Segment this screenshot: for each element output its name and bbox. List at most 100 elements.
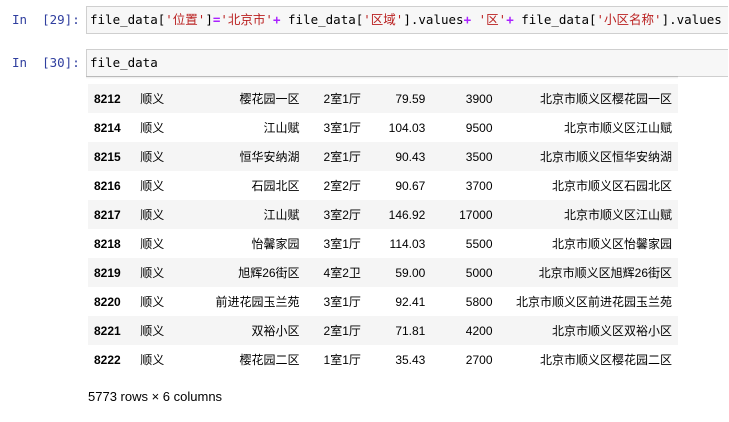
table-row: 8212 顺义 樱花园一区 2室1厅 79.59 3900 北京市顺义区樱花园一区 xyxy=(88,84,678,113)
dataframe-shape: 5773 rows × 6 columns xyxy=(88,389,223,404)
row-index: 8222 xyxy=(94,352,121,367)
cell-district: 顺义 xyxy=(140,208,165,222)
cell-price: 9500 xyxy=(465,120,493,135)
cell-area: 92.41 xyxy=(395,294,426,309)
row-index: 8215 xyxy=(94,149,121,164)
cell-price: 2700 xyxy=(465,352,493,367)
code-token: ].values xyxy=(661,12,722,27)
cell-community-name: 怡馨家园 xyxy=(251,237,300,251)
table-row: 8217 顺义 江山赋 3室2厅 146.92 17000 北京市顺义区江山赋 xyxy=(88,200,678,229)
cell-price: 5800 xyxy=(465,294,493,309)
cell-community-name: 樱花园一区 xyxy=(239,92,300,106)
cell-location: 北京市顺义区樱花园二区 xyxy=(539,353,672,367)
code-token: + xyxy=(463,12,472,27)
cell-area: 79.59 xyxy=(395,91,426,106)
cell-layout: 3室1厅 xyxy=(323,295,361,309)
cell-area: 71.81 xyxy=(395,323,426,338)
table-row: 8216 顺义 石园北区 2室2厅 90.67 3700 北京市顺义区石园北区 xyxy=(88,171,678,200)
cell-community-name: 樱花园二区 xyxy=(239,353,300,367)
cell-area: 35.43 xyxy=(395,352,426,367)
cell-district: 顺义 xyxy=(140,121,165,135)
cell-community-name: 双裕小区 xyxy=(251,324,300,338)
cell-location: 北京市顺义区江山赋 xyxy=(563,208,672,222)
row-index: 8214 xyxy=(94,120,121,135)
table-row: 8220 顺义 前进花园玉兰苑 3室1厅 92.41 5800 北京市顺义区前进花园玉兰苑 xyxy=(88,287,678,316)
code-token: file_data[ xyxy=(90,12,166,27)
cell-price: 3900 xyxy=(465,91,493,106)
cell-layout: 1室1厅 xyxy=(323,353,361,367)
cell-location: 北京市顺义区旭辉26街区 xyxy=(538,266,672,280)
cell-district: 顺义 xyxy=(140,150,165,164)
cell-community-name: 江山赋 xyxy=(263,208,300,222)
cell-location: 北京市顺义区石园北区 xyxy=(551,179,672,193)
cell-district: 顺义 xyxy=(140,92,165,106)
cell-layout: 3室1厅 xyxy=(323,121,361,135)
cell-layout: 3室1厅 xyxy=(323,237,361,251)
code-cell-29[interactable]: In [29]: file_data['位置']='北京市'+ file_dat… xyxy=(0,2,729,38)
cell-layout: 2室1厅 xyxy=(323,150,361,164)
code-token: '小区名称' xyxy=(596,12,662,27)
cell-layout: 2室1厅 xyxy=(323,324,361,338)
cell-layout: 4室2卫 xyxy=(323,266,361,280)
cell-district: 顺义 xyxy=(140,353,165,367)
cell-layout: 2室2厅 xyxy=(323,179,361,193)
cell-layout: 2室1厅 xyxy=(323,92,361,106)
cell-area: 114.03 xyxy=(389,236,426,251)
code-token: file_data[ xyxy=(280,12,364,27)
cell-price: 3500 xyxy=(465,149,493,164)
row-index: 8221 xyxy=(94,323,121,338)
cell-community-name: 江山赋 xyxy=(263,121,300,135)
cell-district: 顺义 xyxy=(140,237,165,251)
cell-area: 146.92 xyxy=(388,207,426,222)
table-row: 8215 顺义 恒华安纳湖 2室1厅 90.43 3500 北京市顺义区恒华安纳湖 xyxy=(88,142,678,171)
table-row: 8221 顺义 双裕小区 2室1厅 71.81 4200 北京市顺义区双裕小区 xyxy=(88,316,678,345)
cell-area: 59.00 xyxy=(395,265,426,280)
table-row: 8218 顺义 怡馨家园 3室1厅 114.03 5500 北京市顺义区怡馨家园 xyxy=(88,229,678,258)
cell-price: 5500 xyxy=(465,236,493,251)
cell-price: 17000 xyxy=(459,207,493,222)
cell-district: 顺义 xyxy=(140,266,165,280)
code-input[interactable]: file_data['位置']='北京市'+ file_data['区域'].v… xyxy=(86,6,728,34)
row-index: 8212 xyxy=(94,91,121,106)
code-token: ].values xyxy=(403,12,464,27)
code-token: '区' xyxy=(478,12,507,27)
table-row: 8219 顺义 旭辉26街区 4室2卫 59.00 5000 北京市顺义区旭辉26街区 xyxy=(88,258,678,287)
code-token: file_data xyxy=(90,55,158,70)
cell-area: 90.43 xyxy=(395,149,426,164)
row-index: 8216 xyxy=(94,178,121,193)
cell-community-name: 石园北区 xyxy=(251,179,300,193)
cell-location: 北京市顺义区前进花园玉兰苑 xyxy=(515,295,672,309)
cell-district: 顺义 xyxy=(140,295,165,309)
code-token: file_data[ xyxy=(513,12,597,27)
cell-location: 北京市顺义区恒华安纳湖 xyxy=(539,150,672,164)
cell-area: 90.67 xyxy=(395,178,426,193)
cell-output: 8212 顺义 樱花园一区 2室1厅 79.59 3900 北京市顺义区樱花园一区 8214 顺… xyxy=(86,76,686,416)
cell-price: 3700 xyxy=(465,178,493,193)
code-token: ] xyxy=(205,12,213,27)
code-token: '位置' xyxy=(165,12,206,27)
row-index: 8220 xyxy=(94,294,121,309)
cell-prompt: In [30]: xyxy=(12,55,80,70)
cell-community-name: 旭辉26街区 xyxy=(238,266,300,280)
row-index: 8217 xyxy=(94,207,121,222)
cell-area: 104.03 xyxy=(388,120,426,135)
cell-location: 北京市顺义区怡馨家园 xyxy=(551,237,672,251)
cell-district: 顺义 xyxy=(140,179,165,193)
cell-location: 北京市顺义区江山赋 xyxy=(563,121,672,135)
dataframe-table: 8212 顺义 樱花园一区 2室1厅 79.59 3900 北京市顺义区樱花园一区 8214 顺… xyxy=(88,84,678,374)
code-input[interactable]: file_data xyxy=(86,49,728,77)
cell-price: 5000 xyxy=(465,265,493,280)
cell-prompt: In [29]: xyxy=(12,12,80,27)
cell-price: 4200 xyxy=(465,323,493,338)
cell-location: 北京市顺义区樱花园一区 xyxy=(539,92,672,106)
cell-layout: 3室2厅 xyxy=(323,208,361,222)
row-index: 8218 xyxy=(94,236,121,251)
cell-location: 北京市顺义区双裕小区 xyxy=(551,324,672,338)
code-token: + xyxy=(506,12,514,27)
cell-community-name: 恒华安纳湖 xyxy=(239,150,300,164)
row-index: 8219 xyxy=(94,265,121,280)
table-row: 8222 顺义 樱花园二区 1室1厅 35.43 2700 北京市顺义区樱花园二区 xyxy=(88,345,678,374)
cell-community-name: 前进花园玉兰苑 xyxy=(215,295,300,309)
output-scroll-shadow xyxy=(86,76,678,79)
